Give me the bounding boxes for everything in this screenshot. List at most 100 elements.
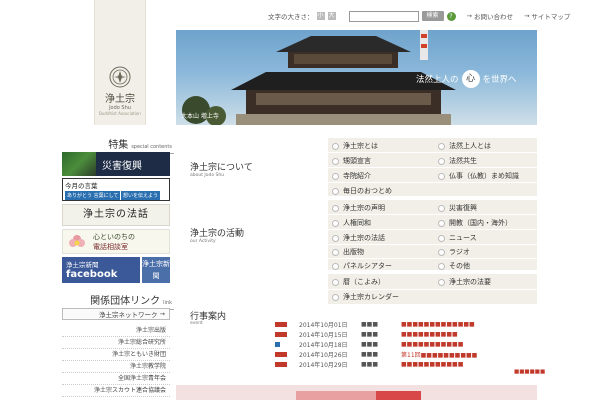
font-large-button[interactable]: 大 bbox=[327, 12, 336, 20]
group-link[interactable]: 浄土宗スカウト連合協議会 bbox=[62, 385, 170, 397]
sitemap-link[interactable]: → サイトマップ bbox=[524, 11, 570, 21]
menu-link[interactable]: 人権同和 bbox=[332, 217, 371, 229]
event-place: ■■■ bbox=[361, 360, 379, 368]
slogan-after: を世界へ bbox=[482, 75, 517, 85]
menu-link[interactable]: 浄土宗の声明 bbox=[332, 202, 385, 214]
row-divider bbox=[328, 167, 537, 168]
facebook-banner[interactable]: 浄土宗新聞 facebook bbox=[62, 257, 140, 283]
dharma-talk-banner[interactable]: 浄土宗の法話 bbox=[62, 204, 170, 226]
bottom-banner-accent bbox=[376, 391, 421, 400]
event-date: 2014年10月18日 bbox=[299, 341, 348, 349]
row-divider bbox=[328, 258, 537, 259]
logo-subtitle: Buddhist Association bbox=[99, 111, 141, 116]
disaster-recovery-banner[interactable]: 災害復興 bbox=[62, 152, 170, 176]
help-icon[interactable]: ? bbox=[446, 11, 456, 21]
section-title: 浄土宗について bbox=[190, 163, 253, 173]
group-link[interactable]: 全国浄土宗青年会 bbox=[62, 373, 170, 385]
event-row[interactable]: 2014年10月26日 ■■■ 第11回■■■■■■■■■■ bbox=[275, 349, 537, 359]
event-row[interactable]: 2014年10月29日 ■■■ ■■■■■■■■■■■ bbox=[275, 359, 537, 369]
network-button[interactable]: 浄土宗ネットワーク → bbox=[62, 308, 170, 320]
menu-link[interactable]: ニュース bbox=[438, 232, 477, 244]
menu-link-label: 法然共生 bbox=[449, 157, 477, 165]
row-divider bbox=[328, 214, 537, 215]
menu-link[interactable]: パネルシアター bbox=[332, 260, 392, 272]
events-more-link[interactable]: ■■■■■■ bbox=[514, 369, 545, 375]
event-title: ■■■■■■■■■■■ bbox=[401, 360, 464, 368]
monthly-words-banner[interactable]: 今月の言葉 ありがとう 言葉にして 想いを伝えよう bbox=[62, 178, 170, 201]
menu-link[interactable]: 災害復興 bbox=[438, 202, 477, 214]
hero-caption: 大本山 増上寺 bbox=[181, 113, 219, 120]
event-place: ■■■ bbox=[361, 340, 379, 348]
menu-link[interactable]: 寺院紹介 bbox=[332, 170, 371, 182]
menu-link[interactable]: 浄土宗の法要 bbox=[438, 276, 491, 288]
bullet-icon bbox=[332, 234, 339, 242]
event-row[interactable]: 2014年10月15日 ■■■ ■■■■■■■■■■ bbox=[275, 329, 537, 339]
menu-link-label: 開教（国内・海外） bbox=[449, 219, 512, 227]
bottom-banner[interactable] bbox=[176, 385, 537, 400]
menu-link[interactable]: 法然上人とは bbox=[438, 140, 491, 152]
bullet-icon bbox=[332, 293, 339, 301]
banner-label: 災害復興 bbox=[102, 161, 142, 172]
bullet-icon bbox=[438, 234, 445, 242]
menu-link-label: 浄土宗の法話 bbox=[343, 234, 385, 242]
section-heading: 浄土宗の活動 our Activity bbox=[176, 200, 328, 270]
contact-link[interactable]: → お問い合わせ bbox=[467, 11, 513, 21]
group-link[interactable]: 浄土宗ともいき財団 bbox=[62, 349, 170, 361]
menu-link[interactable]: 仏事（仏教）まめ知識 bbox=[438, 170, 519, 182]
event-date: 2014年10月15日 bbox=[299, 331, 348, 339]
event-date: 2014年10月26日 bbox=[299, 351, 348, 359]
menu-link-label: 毎日のおつとめ bbox=[343, 187, 392, 195]
slogan-heart: 心 bbox=[461, 70, 480, 88]
menu-link[interactable]: 法然共生 bbox=[438, 155, 477, 167]
menu-link[interactable]: 浄土宗の法話 bbox=[332, 232, 385, 244]
search-button[interactable]: 検索 bbox=[421, 11, 444, 21]
newspaper-banner[interactable]: 浄土宗新聞 bbox=[142, 257, 170, 283]
menu-link[interactable]: 開教（国内・海外） bbox=[438, 217, 512, 229]
phone-consultation-banner[interactable]: 心といのちの 電話相談室 bbox=[62, 229, 170, 254]
event-row[interactable]: 2014年10月01日 ■■■ ■■■■■■■■■■■■■ bbox=[275, 319, 537, 329]
event-title: 第11回■■■■■■■■■■ bbox=[401, 351, 478, 359]
menu-link-label: 災害復興 bbox=[449, 204, 477, 212]
menu-link[interactable]: 出版物 bbox=[332, 246, 364, 258]
bullet-icon bbox=[438, 262, 445, 270]
site-logo[interactable]: 浄土宗 Jodo Shu Buddhist Association bbox=[94, 0, 146, 125]
section-subtitle: about Jodo Shu bbox=[190, 173, 225, 178]
menu-link[interactable]: その他 bbox=[438, 260, 470, 272]
row-divider bbox=[328, 152, 537, 153]
hero-banner: 法然上人の 心 を世界へ 大本山 増上寺 bbox=[176, 30, 537, 125]
menu-link[interactable]: 浄土宗とは bbox=[332, 140, 378, 152]
event-row[interactable]: 2014年10月18日 ■■■ ■■■■■■■■■■■ bbox=[275, 339, 537, 349]
special-heading-en: special contents bbox=[131, 144, 172, 150]
facebook-banner-label: facebook bbox=[66, 269, 118, 280]
font-size-label: 文字の大きさ： bbox=[268, 13, 314, 21]
search-input[interactable] bbox=[348, 10, 419, 22]
menu-link-label: 浄土宗カレンダー bbox=[343, 293, 399, 301]
bullet-icon bbox=[332, 248, 339, 256]
bullet-icon bbox=[332, 142, 339, 150]
event-place: ■■■ bbox=[361, 320, 379, 328]
event-tag bbox=[275, 341, 280, 347]
group-link[interactable]: 浄土宗総合研究所 bbox=[62, 337, 170, 349]
menu-link[interactable]: 浄土宗カレンダー bbox=[332, 291, 399, 303]
logo-name: 浄土宗 bbox=[105, 94, 135, 105]
section-heading bbox=[176, 274, 328, 304]
bullet-icon bbox=[332, 187, 339, 195]
event-title: ■■■■■■■■■■ bbox=[401, 330, 458, 338]
calendar-section: 暦（こよみ） 浄土宗の法要 浄土宗カレンダー bbox=[176, 272, 537, 304]
section-subtitle: our Activity bbox=[190, 239, 216, 244]
group-link[interactable]: 浄土宗出版 bbox=[62, 325, 170, 337]
hero-slogan: 法然上人の 心 を世界へ bbox=[416, 70, 517, 88]
menu-link[interactable]: ラジオ bbox=[438, 246, 470, 258]
menu-link[interactable]: 毎日のおつとめ bbox=[332, 185, 392, 197]
bullet-icon bbox=[332, 262, 339, 270]
menu-link[interactable]: 暦（こよみ） bbox=[332, 276, 385, 288]
menu-link-label: 法然上人とは bbox=[449, 142, 491, 150]
bottom-banner-bar bbox=[296, 391, 376, 400]
font-small-button[interactable]: 小 bbox=[316, 12, 325, 20]
event-place: ■■■ bbox=[361, 330, 379, 338]
groups-heading-jp: 関係団体リンク bbox=[90, 296, 161, 307]
group-link[interactable]: 浄土宗教学院 bbox=[62, 361, 170, 373]
slogan-before: 法然上人の bbox=[416, 75, 459, 85]
menu-link[interactable]: 甥頭宣言 bbox=[332, 155, 371, 167]
bullet-icon bbox=[438, 204, 445, 212]
